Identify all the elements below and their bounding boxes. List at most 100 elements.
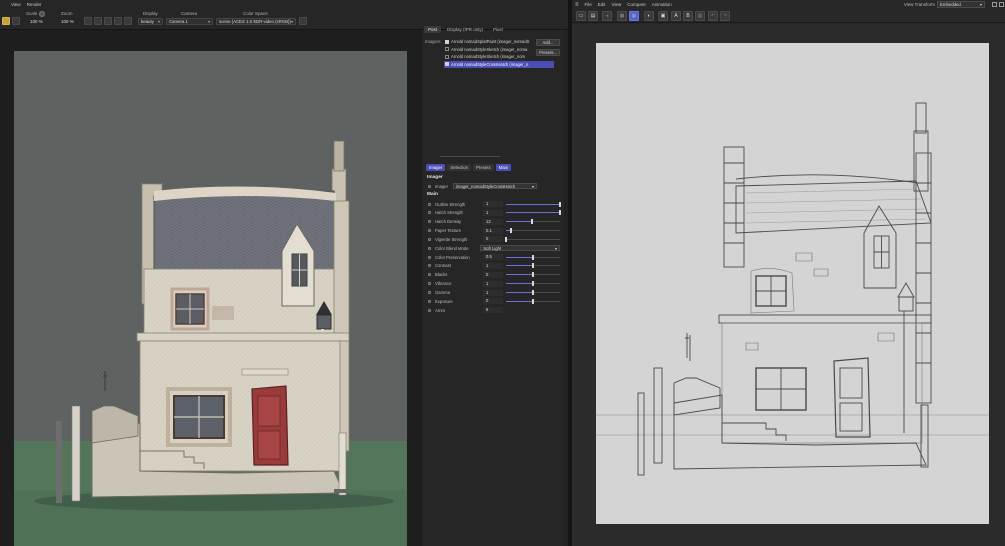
snapshot-icon[interactable] xyxy=(299,17,307,25)
imager-field-select[interactable]: imager_nomadStyleCrossHatch ▾ xyxy=(453,183,537,189)
back-icon[interactable]: ◂ xyxy=(602,11,612,21)
scale-value[interactable]: 100 % xyxy=(30,19,43,24)
param-value-field[interactable]: 1 xyxy=(483,280,503,287)
lock-icon[interactable] xyxy=(124,17,132,25)
keyframe-dot-icon[interactable] xyxy=(428,273,431,277)
render-play-button[interactable] xyxy=(2,17,10,25)
close-icon[interactable] xyxy=(999,2,1004,7)
slider-thumb[interactable] xyxy=(532,290,534,295)
param-slider[interactable] xyxy=(506,219,560,225)
color-space-select[interactable]: scene (ACES 1.0 SDR-video (sRGB)) ▾ xyxy=(216,18,296,25)
param-value-field[interactable]: 6 xyxy=(483,307,503,314)
keyframe-dot-icon[interactable] xyxy=(428,308,431,312)
compare-a-icon[interactable]: A xyxy=(671,11,681,21)
menu-view[interactable]: View xyxy=(11,2,21,7)
tab-presets[interactable]: Presets xyxy=(473,164,494,171)
render-region-button[interactable] xyxy=(12,17,20,25)
checkbox[interactable] xyxy=(445,39,449,44)
crop-icon[interactable] xyxy=(104,17,112,25)
imager-list-item-selected[interactable]: Arnold nomadStyleCrossHatch (imager_n xyxy=(444,60,554,68)
param-slider[interactable] xyxy=(506,298,560,304)
keyframe-dot-icon[interactable] xyxy=(428,220,431,224)
param-slider[interactable] xyxy=(506,210,561,216)
slider-thumb[interactable] xyxy=(505,236,507,242)
save-icon[interactable]: ▤ xyxy=(588,11,598,21)
param-select[interactable]: Soft Light ▾ xyxy=(480,245,560,252)
param-slider[interactable] xyxy=(505,236,560,242)
fit-view-icon[interactable] xyxy=(84,17,92,25)
param-slider[interactable] xyxy=(506,201,561,207)
redo-icon[interactable]: ↷ xyxy=(720,11,730,21)
param-value-field[interactable]: 0.5 xyxy=(483,254,503,261)
slider-thumb[interactable] xyxy=(532,263,534,269)
slider-thumb[interactable] xyxy=(532,272,534,278)
param-value-field[interactable]: 1 xyxy=(483,289,503,296)
param-slider[interactable] xyxy=(506,263,560,269)
tab-main[interactable]: Main xyxy=(495,164,511,171)
add-imager-button[interactable]: Add... xyxy=(536,39,560,46)
render-viewport[interactable] xyxy=(0,30,422,546)
undo-icon[interactable]: ↶ xyxy=(708,11,718,21)
param-slider[interactable] xyxy=(506,272,560,278)
contrast-icon[interactable]: ◐ xyxy=(644,11,654,21)
channels-icon[interactable] xyxy=(94,17,102,25)
param-value-field[interactable]: 1 xyxy=(483,209,503,216)
menu-render[interactable]: Render xyxy=(27,2,42,7)
slider-thumb[interactable] xyxy=(532,254,534,260)
presets-button[interactable]: Presets... xyxy=(536,49,560,56)
camera-select[interactable]: Camera.1 ▾ xyxy=(166,18,213,25)
keyframe-dot-icon[interactable] xyxy=(428,255,431,259)
keyframe-dot-icon[interactable] xyxy=(428,246,431,250)
keyframe-dot-icon[interactable] xyxy=(428,202,431,206)
checkbox[interactable] xyxy=(445,47,449,52)
slider-thumb[interactable] xyxy=(559,201,561,207)
param-value-field[interactable]: 1 xyxy=(483,201,503,207)
keyframe-dot-icon[interactable] xyxy=(428,229,431,233)
snapshot-icon[interactable]: ▣ xyxy=(658,11,668,21)
wipe-icon[interactable]: ▦ xyxy=(695,11,705,21)
menu-animation[interactable]: Animation xyxy=(652,2,672,7)
tab-imager[interactable]: Imager xyxy=(426,164,446,171)
menu-file[interactable]: File xyxy=(585,2,592,7)
keyframe-dot-icon[interactable] xyxy=(428,291,431,294)
slider-thumb[interactable] xyxy=(530,219,533,225)
zoom-value[interactable]: 100 % xyxy=(61,19,74,24)
param-value-field[interactable]: 0 xyxy=(483,271,503,278)
display-select[interactable]: beauty ▾ xyxy=(138,18,163,25)
keyframe-dot-icon[interactable] xyxy=(428,184,431,188)
param-slider[interactable] xyxy=(506,281,560,287)
keyframe-dot-icon[interactable] xyxy=(428,237,431,241)
keyframe-dot-icon[interactable] xyxy=(428,282,431,286)
tab-display-ipr[interactable]: Display (IPR only) xyxy=(443,26,487,33)
debug-icon[interactable] xyxy=(114,17,122,25)
target-active-icon[interactable]: ◎ xyxy=(629,11,639,21)
keyframe-dot-icon[interactable] xyxy=(428,264,431,268)
checkbox[interactable] xyxy=(445,62,449,67)
slider-thumb[interactable] xyxy=(532,298,534,304)
keyframe-dot-icon[interactable] xyxy=(428,211,431,215)
tab-selection[interactable]: Selection xyxy=(447,164,472,171)
slider-thumb[interactable] xyxy=(559,210,561,216)
slider-thumb[interactable] xyxy=(532,281,534,287)
slider-thumb[interactable] xyxy=(510,228,513,234)
compare-b-icon[interactable]: B xyxy=(683,11,693,21)
tab-post[interactable]: Post xyxy=(424,26,442,33)
viewer-viewport[interactable] xyxy=(572,24,1005,546)
checkbox[interactable] xyxy=(445,54,449,59)
scale-knob[interactable] xyxy=(39,11,45,17)
param-value-field[interactable]: 0 xyxy=(483,236,503,243)
menu-compare[interactable]: Compare xyxy=(627,2,646,7)
param-value-field[interactable]: 1 xyxy=(483,262,503,269)
tab-pixel[interactable]: Pixel xyxy=(489,26,507,33)
hamburger-icon[interactable]: ≡ xyxy=(575,2,579,8)
param-value-field[interactable]: 12 xyxy=(483,218,503,225)
param-slider[interactable] xyxy=(506,228,560,234)
param-slider[interactable] xyxy=(506,254,560,260)
menu-view[interactable]: View xyxy=(612,2,622,7)
maximize-icon[interactable] xyxy=(992,2,997,7)
menu-edit[interactable]: Edit xyxy=(598,2,606,7)
param-value-field[interactable]: 0 xyxy=(483,298,503,305)
param-slider[interactable] xyxy=(506,290,560,296)
param-value-field[interactable]: 0.1 xyxy=(483,227,503,234)
target-icon[interactable]: ◎ xyxy=(617,11,627,21)
